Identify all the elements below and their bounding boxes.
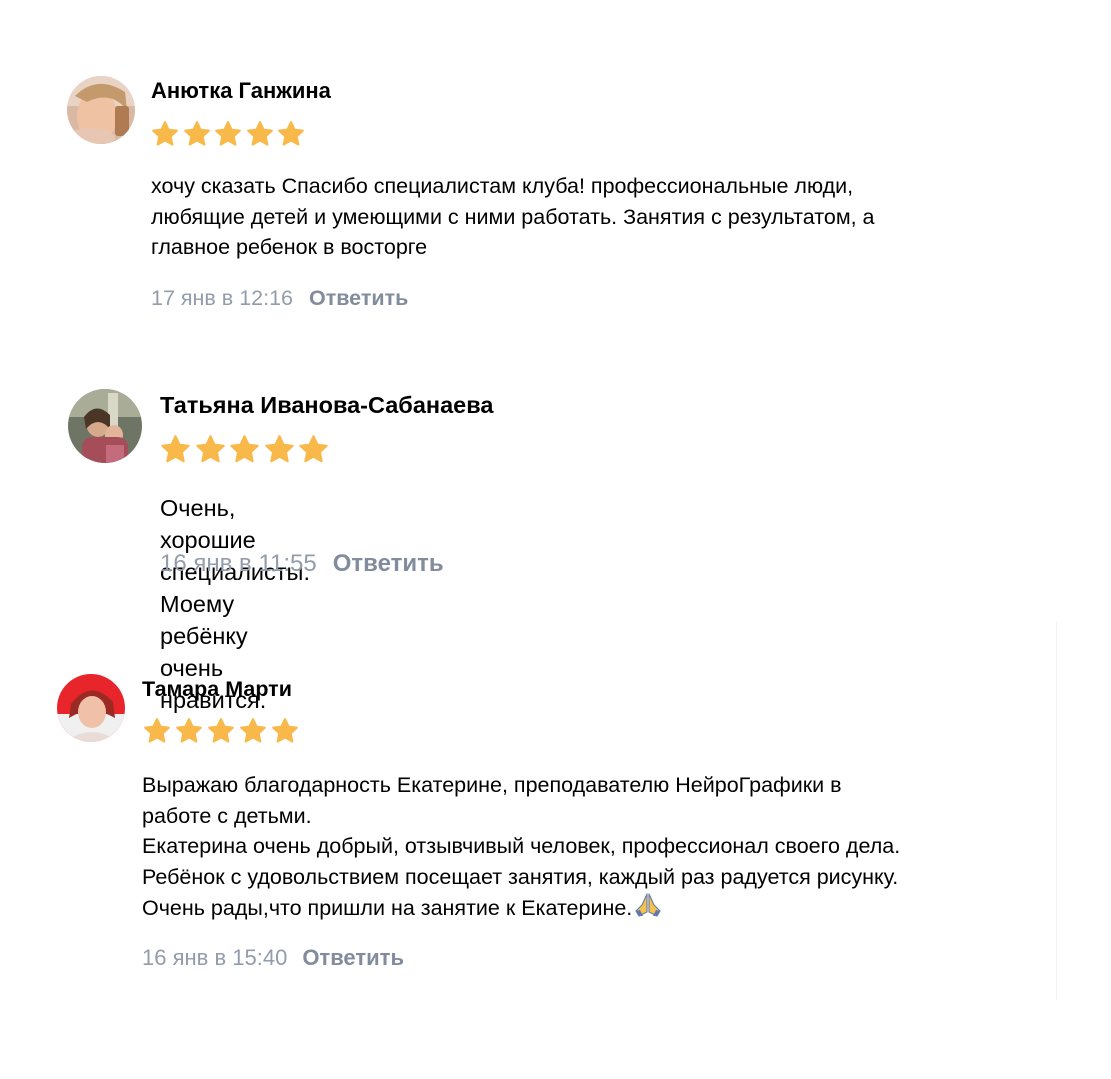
- star-icon: [230, 435, 259, 463]
- star-icon: [152, 121, 178, 146]
- star-icon: [299, 435, 328, 463]
- star-icon: [272, 718, 298, 743]
- review-meta: 16 янв в 15:40 Ответить: [142, 945, 404, 971]
- star-icon: [208, 718, 234, 743]
- review-meta: 17 янв в 12:16 Ответить: [151, 286, 408, 311]
- star-icon: [183, 121, 210, 146]
- star-icon: [176, 718, 202, 743]
- review-author[interactable]: Анютка Ганжина: [151, 78, 331, 104]
- review-meta: 16 янв в 11:55 Ответить: [160, 550, 444, 578]
- star-icon: [264, 435, 294, 463]
- review-text-body: Выражаю благодарность Екатерине, препода…: [142, 773, 901, 920]
- reply-button[interactable]: Ответить: [309, 286, 408, 311]
- star-icon: [215, 121, 241, 146]
- review-text: хочу сказать Спасибо специалистам клуба!…: [151, 174, 875, 259]
- star-icon: [195, 435, 225, 463]
- avatar[interactable]: [67, 76, 135, 144]
- review-date[interactable]: 17 янв в 12:16: [151, 286, 293, 311]
- star-icon: [144, 718, 170, 743]
- folded-hands-icon: [633, 892, 663, 927]
- review-date[interactable]: 16 янв в 11:55: [160, 550, 317, 578]
- star-icon: [161, 435, 190, 463]
- avatar[interactable]: [57, 674, 125, 742]
- review-author[interactable]: Тамара Марти: [142, 677, 292, 702]
- review-author[interactable]: Татьяна Иванова-Сабанаева: [160, 392, 493, 419]
- reply-button[interactable]: Ответить: [302, 945, 404, 971]
- avatar[interactable]: [68, 389, 142, 463]
- rating-stars: [159, 433, 332, 466]
- star-icon: [240, 718, 266, 743]
- rating-stars: [142, 716, 302, 746]
- frame-edge: [1056, 622, 1057, 1000]
- rating-stars: [150, 119, 308, 149]
- review-text: Выражаю благодарность Екатерине, препода…: [142, 770, 1042, 927]
- review-date[interactable]: 16 янв в 15:40: [142, 945, 287, 971]
- star-icon: [278, 121, 304, 146]
- reply-button[interactable]: Ответить: [333, 550, 444, 578]
- star-icon: [246, 121, 273, 146]
